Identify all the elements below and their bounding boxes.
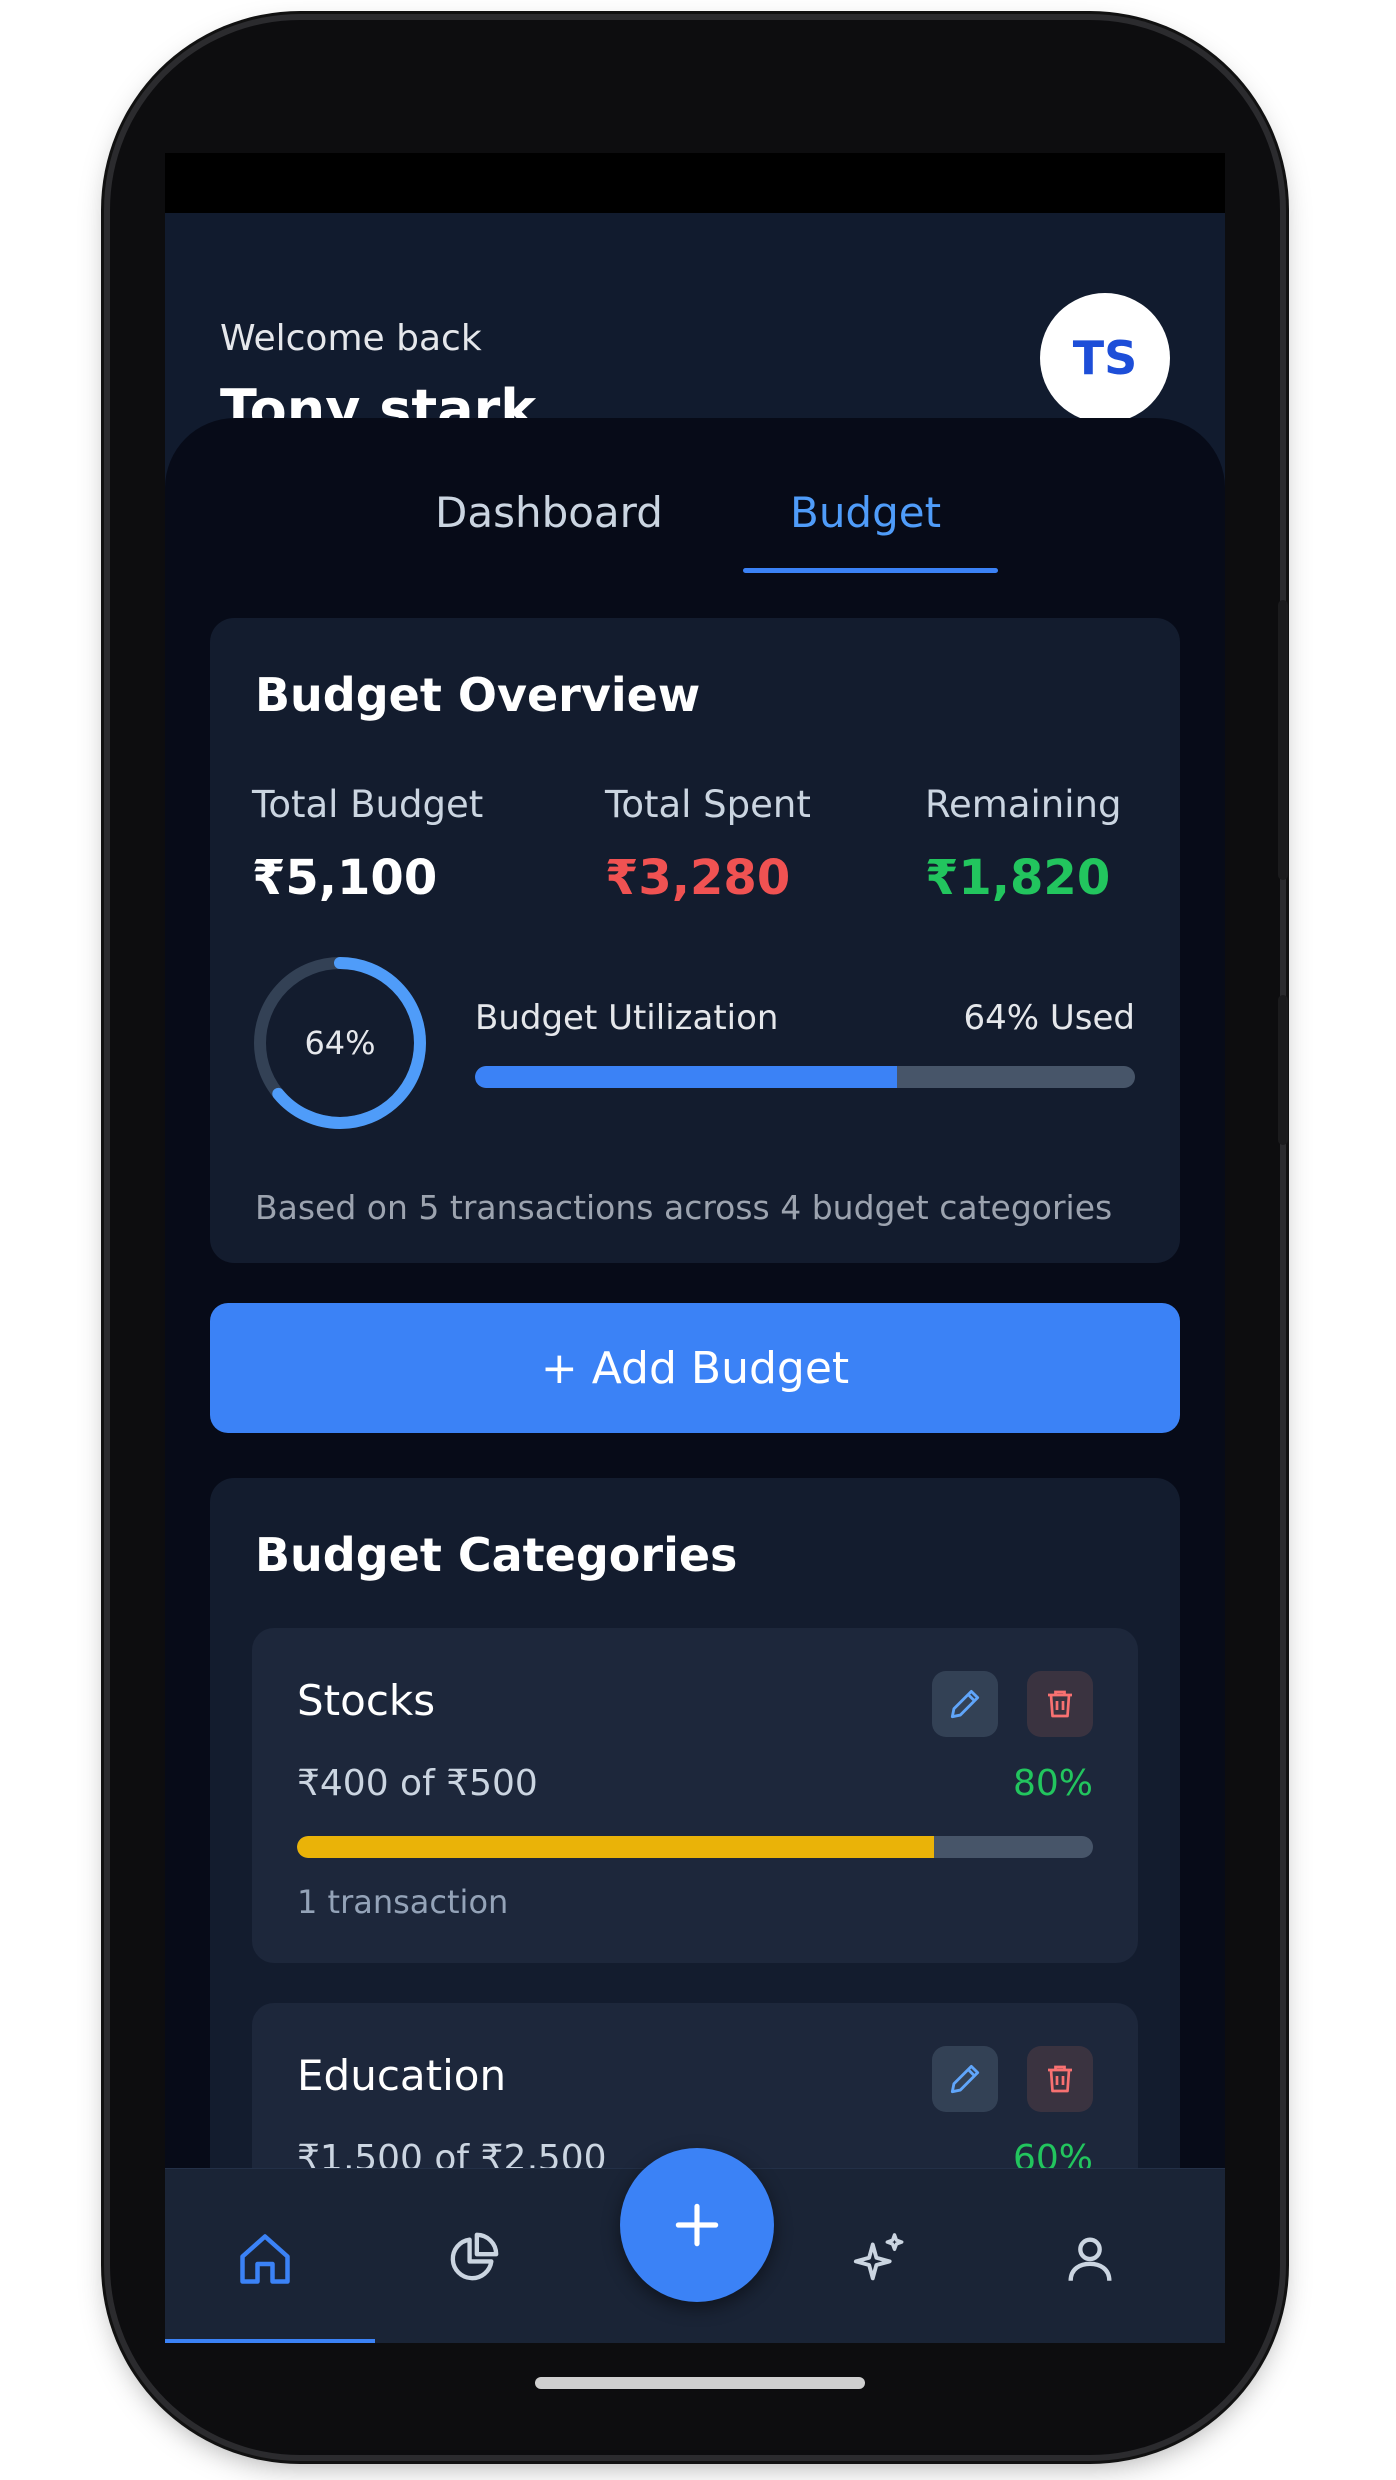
edit-button[interactable] [932,2046,998,2112]
volume-button [1278,600,1288,880]
active-tab-indicator [743,568,998,573]
utilization-label: Budget Utilization [475,998,779,1038]
nav-profile[interactable] [1055,2224,1125,2294]
pie-chart-icon [450,2232,499,2281]
tab-dashboard[interactable]: Dashboard [435,488,663,537]
total-budget-value: ₹5,100 [252,850,438,906]
tab-budget[interactable]: Budget [790,488,941,537]
overview-title: Budget Overview [255,668,701,722]
category-amount: ₹400 of ₹500 [297,1763,538,1804]
avatar[interactable]: TS [1040,293,1170,423]
category-progress-bar [297,1836,1093,1858]
total-spent-value: ₹3,280 [605,850,791,906]
add-transaction-button[interactable] [620,2148,774,2302]
power-button [1278,995,1288,1145]
home-indicator[interactable] [535,2377,865,2389]
avatar-initials: TS [1072,331,1138,385]
welcome-text: Welcome back [220,318,482,359]
category-progress-fill [297,1836,934,1858]
nav-home[interactable] [230,2224,300,2294]
home-icon [240,2234,290,2284]
budget-overview-card: Budget Overview Total Budget ₹5,100 Tota… [210,618,1180,1263]
category-name: Stocks [297,1676,436,1725]
category-name: Education [297,2051,507,2100]
utilization-bar [475,1066,1135,1088]
nav-ai[interactable] [845,2224,915,2294]
active-nav-indicator [165,2339,375,2343]
trash-icon [1048,1690,1072,1718]
utilization-used: 64% Used [963,998,1135,1038]
categories-title: Budget Categories [255,1528,738,1582]
pencil-icon [950,1689,980,1719]
utilization-bar-fill [475,1066,898,1088]
app-screen: Welcome back Tony stark TS Dashboard Bud… [165,153,1225,2343]
total-budget-label: Total Budget [252,783,484,826]
pencil-icon [950,2064,980,2094]
plus-icon [675,2203,719,2247]
category-item-stocks[interactable]: Stocks ₹400 of ₹500 80% 1 transaction [252,1628,1138,1963]
user-icon [1068,2237,1112,2281]
edit-button[interactable] [932,1671,998,1737]
tab-bar: Dashboard Budget [165,488,1225,558]
sparkles-icon [853,2233,904,2281]
remaining-label: Remaining [925,783,1122,826]
add-budget-button[interactable]: + Add Budget [210,1303,1180,1433]
nav-analytics[interactable] [437,2224,507,2294]
ring-percent: 64% [304,1024,376,1062]
total-spent-label: Total Spent [605,783,811,826]
delete-button[interactable] [1027,1671,1093,1737]
category-percent: 80% [1012,1763,1093,1804]
status-bar [165,153,1225,213]
category-transactions: 1 transaction [297,1883,509,1921]
trash-icon [1048,2065,1072,2093]
delete-button[interactable] [1027,2046,1093,2112]
remaining-value: ₹1,820 [925,850,1111,906]
overview-note: Based on 5 transactions across 4 budget … [255,1188,1113,1227]
